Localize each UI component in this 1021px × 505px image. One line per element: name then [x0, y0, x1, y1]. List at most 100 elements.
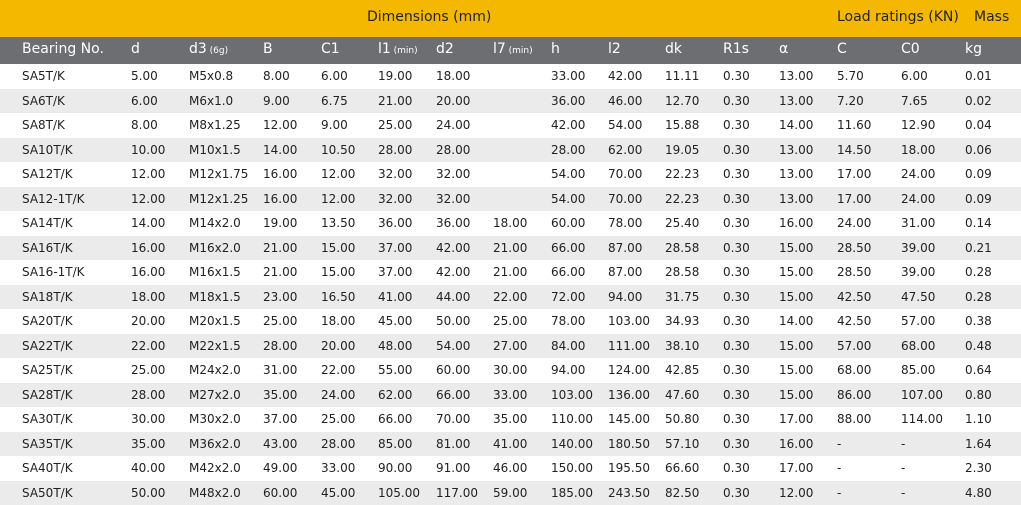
table-cell: 15.88	[665, 113, 723, 138]
column-header-label: α	[779, 41, 788, 57]
table-cell: 15.00	[779, 285, 837, 310]
table-cell: 0.30	[723, 432, 779, 457]
table-cell: 14.00	[779, 113, 837, 138]
mass-group-label: Mass	[974, 9, 1009, 25]
table-cell: 0.30	[723, 481, 779, 505]
table-cell: M36x2.0	[189, 432, 263, 457]
bearing-number-cell: SA25T/K	[0, 358, 131, 383]
table-cell: 60.00	[551, 211, 608, 236]
table-cell: 42.00	[436, 260, 493, 285]
table-cell: M12x1.75	[189, 162, 263, 187]
table-cell: 39.00	[901, 236, 965, 261]
table-cell: 9.00	[321, 113, 378, 138]
bearing-number-cell: SA35T/K	[0, 432, 131, 457]
table-cell: -	[837, 432, 901, 457]
table-cell: 195.50	[608, 456, 665, 481]
table-cell: 0.28	[965, 260, 1021, 285]
table-cell: 18.00	[493, 211, 551, 236]
table-cell: 30.00	[131, 407, 189, 432]
table-cell: 49.00	[263, 456, 321, 481]
table-row: SA18T/K18.00M18x1.523.0016.5041.0044.002…	[0, 285, 1021, 310]
table-cell: 16.00	[263, 187, 321, 212]
column-header: h	[551, 41, 560, 57]
bearing-number-cell: SA28T/K	[0, 383, 131, 408]
table-cell: 13.00	[779, 162, 837, 187]
table-cell: 28.00	[321, 432, 378, 457]
table-cell: 10.50	[321, 138, 378, 163]
table-cell: M30x2.0	[189, 407, 263, 432]
table-cell: 124.00	[608, 358, 665, 383]
table-cell: 0.21	[965, 236, 1021, 261]
bearing-number-cell: SA30T/K	[0, 407, 131, 432]
table-cell: 0.30	[723, 358, 779, 383]
column-header-label: kg	[965, 41, 982, 57]
table-row: SA16-1T/K16.00M16x1.521.0015.0037.0042.0…	[0, 260, 1021, 285]
bearing-number-cell: SA50T/K	[0, 481, 131, 505]
table-cell: 18.00	[436, 64, 493, 89]
column-header-label: l2	[608, 41, 621, 57]
table-cell: 22.00	[493, 285, 551, 310]
table-cell: 42.00	[551, 113, 608, 138]
table-cell: 66.00	[378, 407, 436, 432]
table-cell: 45.00	[321, 481, 378, 505]
table-cell: 12.00	[131, 187, 189, 212]
table-cell: 21.00	[378, 89, 436, 114]
table-row: SA5T/K5.00M5x0.88.006.0019.0018.0033.004…	[0, 64, 1021, 89]
table-cell: 22.23	[665, 187, 723, 212]
table-cell: 28.58	[665, 236, 723, 261]
table-cell: 19.00	[378, 64, 436, 89]
table-cell: 114.00	[901, 407, 965, 432]
table-cell: 38.10	[665, 334, 723, 359]
table-cell: 81.00	[436, 432, 493, 457]
table-cell: 16.50	[321, 285, 378, 310]
table-cell: 25.00	[378, 113, 436, 138]
table-cell: 7.20	[837, 89, 901, 114]
table-cell: 0.01	[965, 64, 1021, 89]
table-cell: -	[837, 481, 901, 505]
table-cell: -	[901, 456, 965, 481]
table-cell: 24.00	[837, 211, 901, 236]
table-cell: 25.00	[493, 309, 551, 334]
table-row: SA30T/K30.00M30x2.037.0025.0066.0070.003…	[0, 407, 1021, 432]
table-cell: 85.00	[901, 358, 965, 383]
bearing-number-cell: SA18T/K	[0, 285, 131, 310]
column-header-row: Bearing No.dd3 (6g)BC1l1 (min)d2l7 (min)…	[0, 37, 1021, 64]
table-cell: 21.00	[263, 260, 321, 285]
table-cell: 0.02	[965, 89, 1021, 114]
column-header-label: Bearing No.	[22, 41, 104, 57]
table-cell: 88.00	[837, 407, 901, 432]
table-cell: 66.60	[665, 456, 723, 481]
table-cell: 85.00	[378, 432, 436, 457]
column-header-label: d	[131, 41, 140, 57]
table-row: SA40T/K40.00M42x2.049.0033.0090.0091.004…	[0, 456, 1021, 481]
bearing-number-cell: SA20T/K	[0, 309, 131, 334]
table-row: SA10T/K10.00M10x1.514.0010.5028.0028.002…	[0, 138, 1021, 163]
table-cell: 1.10	[965, 407, 1021, 432]
table-cell: 46.00	[608, 89, 665, 114]
table-cell: 0.30	[723, 456, 779, 481]
table-cell: 0.30	[723, 64, 779, 89]
table-cell: 19.05	[665, 138, 723, 163]
table-cell: 20.00	[436, 89, 493, 114]
table-cell: 94.00	[608, 285, 665, 310]
bearing-spec-table: Dimensions (mm) Load ratings (KN) Mass B…	[0, 0, 1021, 504]
table-cell: 13.00	[779, 64, 837, 89]
bearing-number-cell: SA12T/K	[0, 162, 131, 187]
table-cell: 13.50	[321, 211, 378, 236]
table-cell: 66.00	[551, 260, 608, 285]
column-header: dk	[665, 41, 682, 57]
table-cell: M20x1.5	[189, 309, 263, 334]
table-cell: 8.00	[131, 113, 189, 138]
column-header-label: C0	[901, 41, 920, 57]
table-cell: 0.80	[965, 383, 1021, 408]
table-cell: 18.00	[321, 309, 378, 334]
bearing-number-cell: SA16-1T/K	[0, 260, 131, 285]
table-row: SA50T/K50.00M48x2.060.0045.00105.00117.0…	[0, 481, 1021, 505]
table-cell: -	[901, 432, 965, 457]
table-cell: 78.00	[551, 309, 608, 334]
table-cell: 12.90	[901, 113, 965, 138]
table-cell: 44.00	[436, 285, 493, 310]
table-cell: 50.00	[436, 309, 493, 334]
table-cell: 41.00	[378, 285, 436, 310]
table-cell: M5x0.8	[189, 64, 263, 89]
